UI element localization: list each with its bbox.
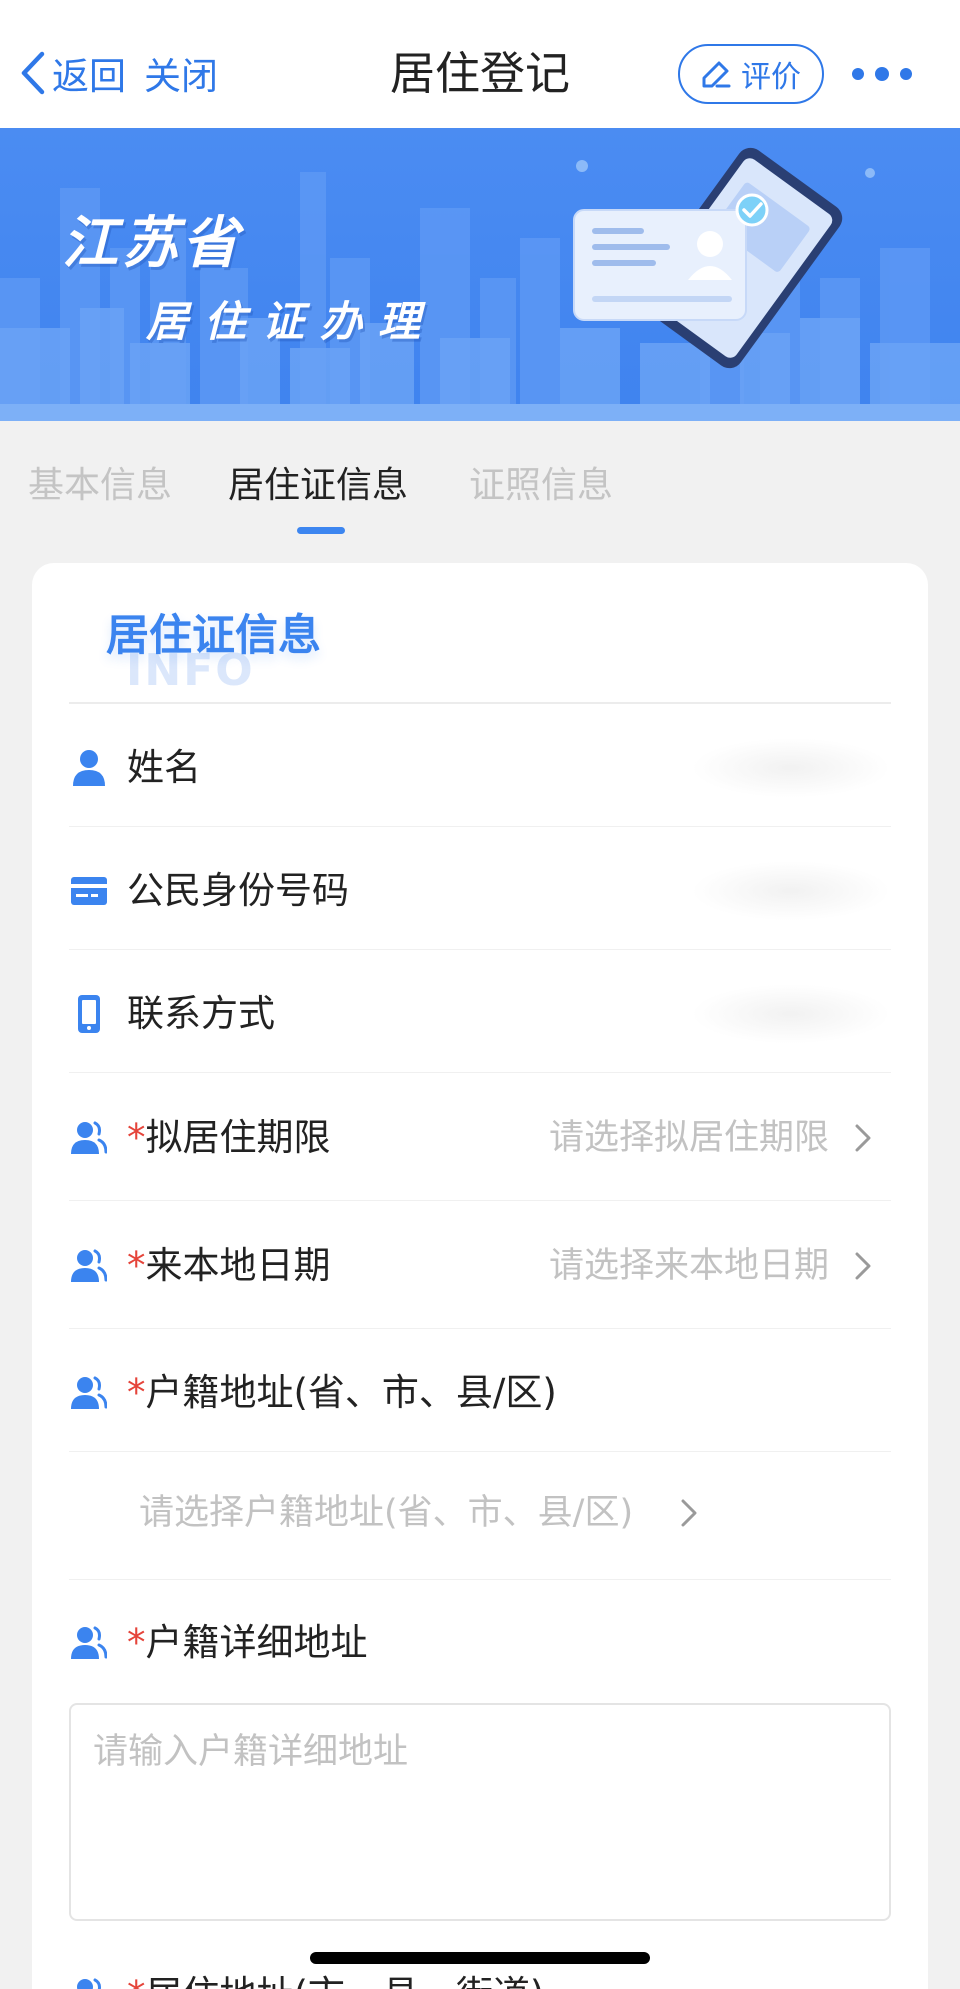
row-divider	[69, 1200, 891, 1201]
field-label: 公民身份号码	[127, 869, 349, 912]
more-icon[interactable]	[852, 60, 912, 88]
field-name: 姓名	[69, 728, 891, 808]
people-icon	[71, 1246, 108, 1286]
field-household-detail: *户籍详细地址	[69, 1603, 891, 1683]
row-divider	[69, 949, 891, 950]
required-mark: *	[127, 1973, 146, 1989]
rate-label: 评价	[741, 60, 801, 95]
field-label-text: 居住地址(市、县、街道)	[146, 1973, 545, 1989]
field-label: *来本地日期	[127, 1240, 331, 1292]
active-tab-indicator	[297, 527, 345, 534]
section-title: 居住证信息	[106, 611, 321, 661]
field-label-text: 来本地日期	[145, 1244, 331, 1287]
top-nav-bar: 返回 关闭 居住登记 评价	[0, 0, 960, 128]
row-divider	[69, 1072, 891, 1073]
field-placeholder: 请选择户籍地址(省、市、县/区)	[139, 1493, 634, 1533]
people-icon	[71, 1975, 107, 1989]
blurred-value	[691, 738, 891, 798]
field-label: 姓名	[127, 746, 201, 789]
field-label: *居住地址(市、县、街道)	[127, 1969, 544, 1989]
back-label: 返回	[52, 55, 126, 98]
row-divider	[69, 1451, 891, 1452]
field-label: *户籍地址(省、市、县/区)	[127, 1367, 557, 1419]
field-label: *户籍详细地址	[127, 1617, 368, 1669]
edit-icon	[702, 61, 731, 88]
required-mark: *	[127, 1371, 146, 1414]
row-divider	[69, 1328, 891, 1329]
banner-title: 江苏省	[62, 211, 242, 276]
close-button[interactable]: 关闭	[144, 48, 218, 98]
field-placeholder: 请选择来本地日期	[548, 1246, 829, 1286]
section-header: INFO 居住证信息	[32, 563, 928, 703]
field-label-text: 拟居住期限	[145, 1116, 331, 1159]
blurred-value	[691, 861, 891, 921]
tab-license-info[interactable]: 证照信息	[469, 461, 613, 511]
field-contact: 联系方式	[69, 974, 891, 1054]
back-button[interactable]: 返回	[18, 48, 126, 98]
row-divider	[69, 826, 891, 827]
people-icon	[71, 1118, 108, 1158]
id-card-icon	[71, 871, 107, 911]
rate-button[interactable]: 评价	[678, 44, 824, 104]
chevron-right-icon	[855, 1124, 871, 1152]
chevron-right-icon	[855, 1252, 871, 1280]
person-icon	[71, 748, 107, 788]
row-divider	[69, 1579, 891, 1580]
banner: 江苏省 居住证办理	[0, 128, 960, 421]
form-card: INFO 居住证信息 姓名 公民身份号码 联系方式 *拟居住期限 请选择拟居住期…	[32, 563, 928, 1989]
required-mark: *	[127, 1621, 146, 1664]
household-detail-textarea[interactable]: 请输入户籍详细地址	[69, 1703, 891, 1921]
home-indicator	[310, 1952, 650, 1964]
tab-basic-info[interactable]: 基本信息	[28, 461, 172, 511]
banner-subtitle: 居住证办理	[146, 297, 437, 346]
field-id-number: 公民身份号码	[69, 851, 891, 931]
chevron-right-icon	[681, 1499, 697, 1527]
textarea-placeholder: 请输入户籍详细地址	[93, 1732, 409, 1772]
people-icon	[71, 1623, 108, 1663]
chevron-left-icon	[21, 51, 45, 95]
field-label-text: 户籍详细地址	[145, 1621, 368, 1664]
phone-icon	[71, 994, 107, 1034]
step-tabs: 基本信息 居住证信息 证照信息	[0, 421, 960, 541]
required-mark: *	[127, 1116, 146, 1159]
field-arrival-date[interactable]: *来本地日期 请选择来本地日期	[69, 1226, 891, 1306]
field-label: *拟居住期限	[127, 1112, 331, 1164]
section-divider	[69, 702, 891, 704]
people-icon	[71, 1373, 108, 1413]
field-label: 联系方式	[127, 992, 275, 1035]
required-mark: *	[127, 1244, 146, 1287]
field-placeholder: 请选择拟居住期限	[548, 1118, 829, 1158]
tab-residence-permit-info[interactable]: 居住证信息	[228, 461, 408, 511]
field-label-text: 户籍地址(省、市、县/区)	[145, 1371, 557, 1414]
page-title: 居住登记	[389, 47, 570, 100]
field-household-address: *户籍地址(省、市、县/区)	[69, 1353, 891, 1433]
household-address-picker[interactable]: 请选择户籍地址(省、市、县/区)	[139, 1487, 839, 1539]
blurred-value	[691, 984, 891, 1044]
field-residence-period[interactable]: *拟居住期限 请选择拟居住期限	[69, 1098, 891, 1178]
